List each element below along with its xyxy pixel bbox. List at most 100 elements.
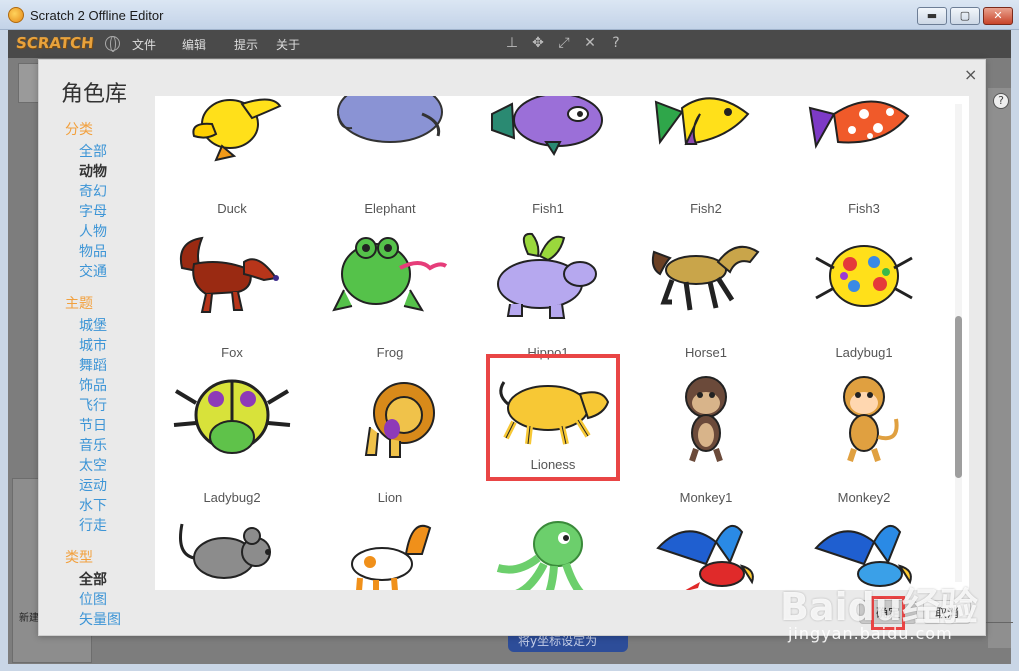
octopus-icon <box>496 521 584 590</box>
monkey1-icon <box>685 376 727 462</box>
dialog-close-icon[interactable]: × <box>964 65 977 84</box>
sprite-tile-elephant[interactable]: Elephant <box>316 96 464 224</box>
type-vector[interactable]: 矢量图 <box>65 610 165 630</box>
theme-underwater[interactable]: 水下 <box>65 496 165 516</box>
right-side-panel: ? <box>988 88 1011 648</box>
menu-edit[interactable]: 编辑 <box>182 36 206 53</box>
sprite-tile-octopus[interactable] <box>474 514 622 590</box>
sprite-tile-ladybug2[interactable]: Ladybug2 <box>158 373 306 513</box>
hippo1-icon <box>497 232 597 319</box>
scratch-cat-icon <box>8 7 24 23</box>
sprite-name: Fish3 <box>848 201 880 216</box>
scrollbar-thumb[interactable] <box>955 316 962 478</box>
cut-icon[interactable]: ✥ <box>530 35 546 51</box>
theme-space[interactable]: 太空 <box>65 456 165 476</box>
monkey2-icon <box>843 376 899 462</box>
fish3-icon <box>808 100 910 149</box>
shrink-icon[interactable]: ✕ <box>582 35 598 51</box>
maximize-button[interactable]: ▢ <box>950 7 980 25</box>
horse1-icon <box>651 245 760 311</box>
theme-holiday[interactable]: 节日 <box>65 416 165 436</box>
pony-icon <box>351 524 432 590</box>
theme-dress-up[interactable]: 饰品 <box>65 376 165 396</box>
language-globe-icon[interactable] <box>105 36 120 52</box>
sprite-name: Monkey2 <box>837 490 891 505</box>
sprite-tile-frog[interactable]: Frog <box>316 228 464 368</box>
theme-flying[interactable]: 飞行 <box>65 396 165 416</box>
scratch-logo[interactable]: SCRATCH <box>15 34 95 52</box>
sprite-tile-horse1[interactable]: Horse1 <box>632 228 780 368</box>
sprite-name: Fish1 <box>532 201 564 216</box>
window-title: Scratch 2 Offline Editor <box>30 8 164 23</box>
sprite-name: Horse1 <box>685 345 727 360</box>
sprite-name: Ladybug1 <box>835 345 893 360</box>
theme-castle[interactable]: 城堡 <box>65 316 165 336</box>
category-fantasy[interactable]: 奇幻 <box>65 182 165 202</box>
theme-walking[interactable]: 行走 <box>65 516 165 536</box>
window-close-button[interactable]: ✕ <box>983 7 1013 25</box>
sprite-name: Monkey1 <box>679 490 733 505</box>
theme-sports[interactable]: 运动 <box>65 476 165 496</box>
fish2-icon <box>654 97 750 146</box>
sprite-tile-fish3[interactable]: Fish3 <box>790 96 938 224</box>
category-all[interactable]: 全部 <box>65 142 165 162</box>
menu-file[interactable]: 文件 <box>132 36 156 53</box>
menu-about[interactable]: 关于 <box>276 36 300 53</box>
sprite-tile-ladybug1[interactable]: Ladybug1 <box>790 228 938 368</box>
category-sidebar: 分类 全部 动物 奇幻 字母 人物 物品 交通 主题 城堡 城市 舞蹈 饰品 飞… <box>65 120 165 630</box>
sprite-tile-lion[interactable]: Lion <box>316 373 464 513</box>
sprite-tile-fish2[interactable]: Fish2 <box>632 96 780 224</box>
theme-music[interactable]: 音乐 <box>65 436 165 456</box>
grid-scrollbar[interactable] <box>955 104 962 582</box>
sprite-tile-lioness[interactable]: Lioness <box>486 354 620 481</box>
sprite-name: Frog <box>376 345 404 360</box>
category-people[interactable]: 人物 <box>65 222 165 242</box>
theme-city[interactable]: 城市 <box>65 336 165 356</box>
theme-dance[interactable]: 舞蹈 <box>65 356 165 376</box>
window-titlebar: Scratch 2 Offline Editor ▬ ▢ ✕ <box>0 0 1019 30</box>
sprite-tile-monkey2[interactable]: Monkey2 <box>790 373 938 513</box>
sprite-tile-hippo1[interactable]: Hippo1 <box>474 228 622 368</box>
sprite-name: Duck <box>217 201 247 216</box>
stamp-icon[interactable]: ⊥ <box>504 35 520 51</box>
sprite-tile-mouse[interactable] <box>158 514 306 590</box>
sprite-tile-parrot1[interactable] <box>632 514 780 590</box>
parrot1-icon <box>656 524 754 590</box>
minimize-button[interactable]: ▬ <box>917 7 947 25</box>
ladybug2-icon <box>173 379 291 454</box>
sprite-library-dialog: 角色库 × 分类 全部 动物 奇幻 字母 人物 物品 交通 主题 城堡 城市 舞… <box>38 59 986 636</box>
type-bitmap[interactable]: 位图 <box>65 590 165 610</box>
sprite-tile-monkey1[interactable]: Monkey1 <box>632 373 780 513</box>
help-circle-icon[interactable]: ? <box>993 93 1009 109</box>
fish1-icon <box>491 96 603 156</box>
category-heading-theme: 主题 <box>65 296 93 312</box>
category-animals[interactable]: 动物 <box>65 162 165 182</box>
menu-tips[interactable]: 提示 <box>234 36 258 53</box>
type-all[interactable]: 全部 <box>65 570 165 590</box>
duck-icon <box>192 98 282 162</box>
sprite-tile-pony[interactable] <box>316 514 464 590</box>
ladybug1-icon <box>815 245 913 307</box>
new-sprite-label: 新建 <box>19 613 39 624</box>
baidu-watermark-url: jingyan.baidu.com <box>788 624 953 643</box>
sprite-name: Lion <box>377 490 403 505</box>
category-transportation[interactable]: 交通 <box>65 262 165 282</box>
category-things[interactable]: 物品 <box>65 242 165 262</box>
category-letters[interactable]: 字母 <box>65 202 165 222</box>
sprite-tile-fish1[interactable]: Fish1 <box>474 96 622 224</box>
sprite-name: Ladybug2 <box>203 490 261 505</box>
help-icon[interactable]: ? <box>608 35 624 51</box>
frog-icon <box>332 237 448 312</box>
sprite-grid: Duck Elephant Fish1 Fish2 Fish3 Fox Frog… <box>155 96 969 590</box>
sprite-name: Lioness <box>530 457 576 472</box>
fox-icon <box>180 236 279 313</box>
sprite-tile-fox[interactable]: Fox <box>158 228 306 368</box>
mouse-icon <box>179 523 271 579</box>
grow-icon[interactable]: ⤢ <box>556 35 572 51</box>
elephant-icon <box>337 96 443 143</box>
category-heading-classify: 分类 <box>65 122 93 138</box>
category-heading-type: 类型 <box>65 550 93 566</box>
sprite-tile-duck[interactable]: Duck <box>158 96 306 224</box>
dialog-title: 角色库 <box>61 82 128 107</box>
baidu-watermark: Baidu经验 <box>780 585 978 629</box>
